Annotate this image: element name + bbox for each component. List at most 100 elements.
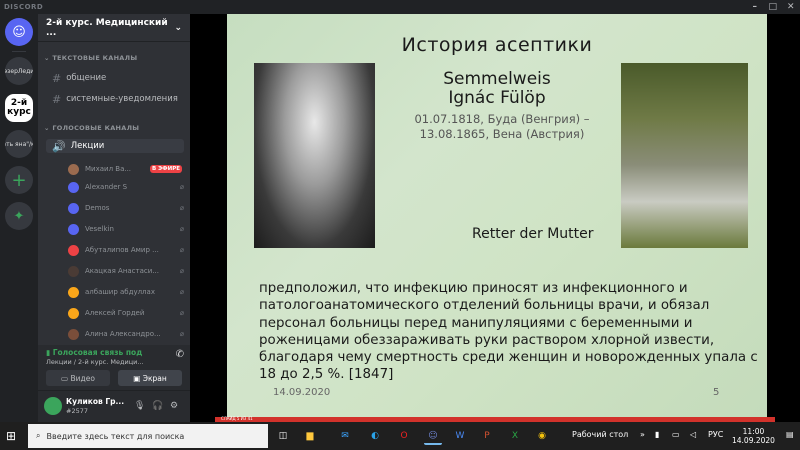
volume-icon[interactable]: ◁ — [690, 430, 696, 439]
channel-panel: 2-й курс. Медицинский ... ⌄ ⌄ ТЕКСТОВЫЕ … — [38, 14, 190, 422]
window-titlebar: DISCORD – □ ✕ — [0, 0, 800, 14]
channel-obshchenie[interactable]: # общение — [46, 71, 184, 85]
server-item[interactable]: "Тать яна"/кур — [5, 130, 33, 158]
discord-taskbar-icon[interactable]: ☺ — [424, 427, 442, 445]
screen-icon: ▣ — [133, 373, 141, 383]
taskbar-clock[interactable]: 11:00 14.09.2020 — [732, 427, 775, 445]
speaker-icon: 🔊 — [52, 139, 66, 153]
video-label: Видео — [70, 373, 95, 383]
excel-icon[interactable]: X — [506, 427, 524, 445]
gear-icon[interactable]: ⚙ — [170, 401, 178, 411]
mic-muted-icon: ⌀ — [179, 267, 184, 275]
clock-date: 14.09.2020 — [732, 436, 775, 445]
add-server-icon[interactable]: + — [5, 166, 33, 194]
taskbar-search[interactable]: ⌕ Введите здесь текст для поиска — [28, 424, 268, 448]
opera-icon[interactable]: O — [395, 427, 413, 445]
avatar — [68, 244, 79, 256]
minimize-icon[interactable]: – — [746, 0, 764, 14]
close-icon[interactable]: ✕ — [782, 0, 800, 14]
voice-user[interactable]: Demos ⌀ — [68, 201, 186, 215]
channel-label: Лекции — [70, 141, 105, 151]
voice-location: Лекции / 2-й курс. Медици... — [46, 358, 144, 366]
text-category[interactable]: ⌄ ТЕКСТОВЫЕ КАНАЛЫ — [44, 54, 137, 62]
edge-icon[interactable]: ◐ — [366, 427, 384, 445]
server-item[interactable]: эзерЛеди — [5, 57, 33, 85]
desktop-toolbar[interactable]: Рабочий стол — [572, 430, 628, 439]
chevron-up-icon[interactable]: » — [640, 430, 645, 439]
avatar — [68, 328, 79, 340]
maximize-icon[interactable]: □ — [764, 0, 782, 14]
voice-user[interactable]: Alexander S ⌀ — [68, 180, 186, 194]
avatar — [68, 223, 79, 235]
voice-user[interactable]: Михаил Ва... В ЭФИРЕ — [68, 162, 186, 176]
user-name: Veselkin — [85, 225, 114, 233]
screen-label: Экран — [142, 373, 167, 383]
camera-icon: ▭ — [61, 373, 69, 383]
headphones-icon[interactable]: 🎧 — [152, 401, 163, 411]
user-name: Абуталипов Амир ... — [85, 246, 159, 254]
clock-time: 11:00 — [742, 427, 765, 436]
slide-title: История асептики — [401, 34, 593, 56]
voice-user[interactable]: Алина Александро... ⌀ — [68, 327, 186, 341]
voice-user[interactable]: албашир абдуллах ⌀ — [68, 285, 186, 299]
voice-channel-lectures[interactable]: 🔊 Лекции — [46, 139, 184, 153]
windows-taskbar: ⊞ ⌕ Введите здесь текст для поиска ◫ ▆ ✉… — [0, 422, 800, 450]
windows-start-icon[interactable]: ⊞ — [6, 430, 18, 442]
avatar[interactable] — [44, 397, 62, 415]
voice-user[interactable]: Акацкая Анастаси... ⌀ — [68, 264, 186, 278]
chrome-icon[interactable]: ◉ — [533, 427, 551, 445]
server-item-active[interactable]: 2-й курс — [5, 94, 33, 122]
language-indicator[interactable]: РУС — [708, 430, 723, 439]
voice-user[interactable]: Абуталипов Амир ... ⌀ — [68, 243, 186, 257]
avatar — [68, 286, 79, 298]
server-rail: ☺ эзерЛеди 2-й курс "Тать яна"/кур + ✦ — [0, 14, 38, 422]
user-name: Акацкая Анастаси... — [85, 267, 159, 275]
user-name: Алина Александро... — [85, 330, 161, 338]
notifications-icon[interactable]: ▤ — [786, 430, 794, 439]
disconnect-icon[interactable]: ✆ — [176, 349, 184, 360]
powerpoint-icon[interactable]: P — [478, 427, 496, 445]
word-icon[interactable]: W — [451, 427, 469, 445]
search-icon: ⌕ — [36, 431, 41, 440]
guild-name: 2-й курс. Медицинский ... — [46, 17, 168, 38]
slide-body: предположил, что инфекцию приносят из ин… — [259, 281, 758, 383]
voice-category[interactable]: ⌄ ГОЛОСОВЫЕ КАНАЛЫ — [44, 124, 139, 132]
video-button[interactable]: ▭ Видео — [46, 370, 110, 386]
voice-status[interactable]: ▮ Голосовая связь под — [46, 348, 142, 357]
date-line-1: 01.07.1818, Буда (Венгрия) – — [414, 112, 590, 126]
voice-status-label: Голосовая связь под — [52, 348, 143, 357]
voice-user[interactable]: Алексей Гордей ⌀ — [68, 306, 186, 320]
user-name: албашир абдуллах — [85, 288, 155, 296]
discord-home-icon[interactable]: ☺ — [5, 18, 33, 46]
mic-muted-icon[interactable]: 🎙 — [134, 401, 145, 411]
user-tag: #2577 — [66, 407, 88, 415]
guild-header[interactable]: 2-й курс. Медицинский ... ⌄ — [38, 14, 190, 42]
window-title: DISCORD — [4, 3, 44, 11]
slide-counter: СЛАЙД 5 ИЗ 41 — [221, 416, 253, 421]
explore-icon[interactable]: ✦ — [5, 202, 33, 230]
mic-muted-icon: ⌀ — [179, 330, 184, 338]
date-line-2: 13.08.1865, Вена (Австрия) — [419, 127, 585, 141]
retter-label: Retter der Mutter — [472, 226, 594, 242]
network-icon[interactable]: ▭ — [672, 430, 680, 439]
hash-icon: # — [52, 92, 62, 106]
slide-number: 5 — [713, 387, 720, 398]
voice-user[interactable]: Veselkin ⌀ — [68, 222, 186, 236]
slide-date: 14.09.2020 — [273, 387, 331, 398]
tray-app-icon[interactable]: ▮ — [655, 430, 659, 439]
live-badge: В ЭФИРЕ — [150, 165, 182, 173]
chevron-down-icon: ⌄ — [174, 22, 182, 33]
channel-system[interactable]: # системные-уведомления — [46, 92, 184, 106]
user-panel: Куликов Гр... #2577 🎙 🎧 ⚙ — [38, 391, 190, 422]
stream-stage[interactable]: История асептики Semmelweis Ignác Fülöp … — [190, 14, 800, 422]
task-view-icon[interactable]: ◫ — [274, 427, 292, 445]
voice-connection-panel: ▮ Голосовая связь под Лекции / 2-й курс.… — [38, 345, 190, 391]
name-line-1: Semmelweis — [443, 69, 551, 89]
file-explorer-icon[interactable]: ▆ — [301, 427, 319, 445]
screen-share-button[interactable]: ▣ Экран — [118, 370, 182, 386]
signal-icon: ▮ — [46, 348, 53, 357]
screen: DISCORD – □ ✕ ☺ эзерЛеди 2-й курс "Тать … — [0, 0, 800, 450]
mail-icon[interactable]: ✉ — [336, 427, 354, 445]
user-name: Alexander S — [85, 183, 128, 191]
user-name: Алексей Гордей — [85, 309, 145, 317]
